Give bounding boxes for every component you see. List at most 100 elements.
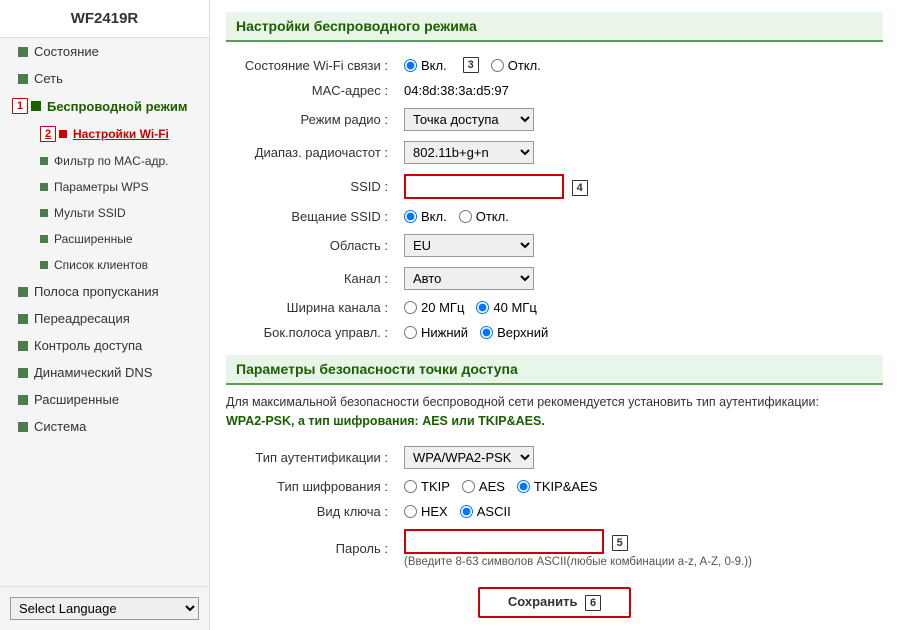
dns-icon — [18, 368, 28, 378]
bw-20-radio[interactable] — [404, 301, 417, 314]
redirect-icon — [18, 314, 28, 324]
bw-radio-group: 20 МГц 40 МГц — [404, 300, 875, 315]
radio-mode-row: Режим радио : Точка доступаМост/WDSКлиен… — [226, 103, 883, 136]
enc-tkip-aes-label[interactable]: TKIP&AES — [517, 479, 598, 494]
auth-type-label: Тип аутентификации : — [226, 441, 396, 474]
freq-select[interactable]: 802.11b+g+n802.11b+g802.11n — [404, 141, 534, 164]
ssid-row: SSID : 4 — [226, 169, 883, 204]
badge-3: 3 — [463, 57, 479, 73]
key-type-row: Вид ключа : HEX ASCII — [226, 499, 883, 524]
ctrl-sideband-radio-group: Нижний Верхний — [404, 325, 875, 340]
router-model: WF2419R — [0, 0, 209, 38]
key-ascii-label[interactable]: ASCII — [460, 504, 511, 519]
sidebar-item-status[interactable]: Состояние — [0, 38, 209, 65]
wifi-status-value: Вкл. 3 Откл. — [396, 52, 883, 78]
radio-mode-select[interactable]: Точка доступаМост/WDSКлиент — [404, 108, 534, 131]
auth-type-row: Тип аутентификации : WPA/WPA2-PSKWPA-PSK… — [226, 441, 883, 474]
password-value: 5 (Введите 8-63 символов ASCII(любые ком… — [396, 524, 883, 573]
language-select[interactable]: Select LanguageEnglishRussianDeutsch — [10, 597, 199, 620]
ssid-bcast-on-label[interactable]: Вкл. — [404, 209, 447, 224]
channel-select[interactable]: Авто1234567891011 — [404, 267, 534, 290]
bw-20-label[interactable]: 20 МГц — [404, 300, 464, 315]
auth-type-value: WPA/WPA2-PSKWPA-PSKWPA2-PSKOpenWEP — [396, 441, 883, 474]
ssid-input[interactable] — [404, 174, 564, 199]
freq-label: Диапаз. радиочастот : — [226, 136, 396, 169]
network-icon — [18, 74, 28, 84]
sidebar-item-redirect[interactable]: Переадресация — [0, 305, 209, 332]
freq-value: 802.11b+g+n802.11b+g802.11n — [396, 136, 883, 169]
enc-aes-label[interactable]: AES — [462, 479, 505, 494]
freq-row: Диапаз. радиочастот : 802.11b+g+n802.11b… — [226, 136, 883, 169]
ssid-bcast-off-radio[interactable] — [459, 210, 472, 223]
mac-row: MAC-адрес : 04:8d:38:3a:d5:97 — [226, 78, 883, 103]
password-input[interactable] — [404, 529, 604, 554]
wifi-off-radio[interactable] — [491, 59, 504, 72]
region-select[interactable]: EUUSJP — [404, 234, 534, 257]
encryption-row: Тип шифрования : TKIP AES TKIP&AES — [226, 474, 883, 499]
encryption-label: Тип шифрования : — [226, 474, 396, 499]
enc-aes-radio[interactable] — [462, 480, 475, 493]
sidebar-item-mac-filter[interactable]: Фильтр по MAC-адр. — [30, 148, 209, 174]
sidebar-item-network[interactable]: Сеть — [0, 65, 209, 92]
enc-tkip-label[interactable]: TKIP — [404, 479, 450, 494]
region-row: Область : EUUSJP — [226, 229, 883, 262]
bandwidth-row: Ширина канала : 20 МГц 40 МГц — [226, 295, 883, 320]
wifi-off-label[interactable]: Откл. — [491, 58, 541, 73]
save-container: Сохранить 6 — [226, 587, 883, 618]
key-hex-label[interactable]: HEX — [404, 504, 448, 519]
access-icon — [18, 341, 28, 351]
enc-tkip-radio[interactable] — [404, 480, 417, 493]
ctrl-upper-radio[interactable] — [480, 326, 493, 339]
ctrl-sideband-value: Нижний Верхний — [396, 320, 883, 345]
sidebar-item-wps[interactable]: Параметры WPS — [30, 174, 209, 200]
sidebar-item-bandwidth[interactable]: Полоса пропускания — [0, 278, 209, 305]
system-icon — [18, 422, 28, 432]
security-form-table: Тип аутентификации : WPA/WPA2-PSKWPA-PSK… — [226, 441, 883, 573]
badge-4: 4 — [572, 180, 588, 196]
sidebar-item-dns[interactable]: Динамический DNS — [0, 359, 209, 386]
bw-40-label[interactable]: 40 МГц — [476, 300, 536, 315]
wifi-status-row: Состояние Wi-Fi связи : Вкл. 3 Откл. — [226, 52, 883, 78]
bw-value: 20 МГц 40 МГц — [396, 295, 883, 320]
wifi-status-radio-group: Вкл. 3 Откл. — [404, 57, 875, 73]
wifi-on-radio[interactable] — [404, 59, 417, 72]
bw-40-radio[interactable] — [476, 301, 489, 314]
multi-ssid-icon — [40, 209, 48, 217]
region-value: EUUSJP — [396, 229, 883, 262]
sidebar-item-advanced2[interactable]: Расширенные — [0, 386, 209, 413]
ctrl-lower-label[interactable]: Нижний — [404, 325, 468, 340]
sidebar-item-clients[interactable]: Список клиентов — [30, 252, 209, 278]
wifi-on-label[interactable]: Вкл. — [404, 58, 447, 73]
mac-value: 04:8d:38:3a:d5:97 — [396, 78, 883, 103]
enc-tkip-aes-radio[interactable] — [517, 480, 530, 493]
sidebar-item-access[interactable]: Контроль доступа — [0, 332, 209, 359]
ctrl-upper-label[interactable]: Верхний — [480, 325, 548, 340]
mac-filter-icon — [40, 157, 48, 165]
password-label: Пароль : — [226, 524, 396, 573]
save-button[interactable]: Сохранить 6 — [478, 587, 631, 618]
sidebar-item-multi-ssid[interactable]: Мульти SSID — [30, 200, 209, 226]
sidebar-item-advanced[interactable]: Расширенные — [30, 226, 209, 252]
sidebar-item-wireless[interactable]: 1 Беспроводной режим — [0, 92, 209, 120]
ssid-bcast-on-radio[interactable] — [404, 210, 417, 223]
ssid-bcast-off-label[interactable]: Откл. — [459, 209, 509, 224]
password-hint: (Введите 8-63 символов ASCII(любые комби… — [404, 556, 875, 568]
key-hex-radio[interactable] — [404, 505, 417, 518]
key-ascii-radio[interactable] — [460, 505, 473, 518]
mac-label: MAC-адрес : — [226, 78, 396, 103]
ctrl-lower-radio[interactable] — [404, 326, 417, 339]
radio-mode-label: Режим радио : — [226, 103, 396, 136]
ctrl-sideband-row: Бок.полоса управл. : Нижний Верхний — [226, 320, 883, 345]
ctrl-sideband-label: Бок.полоса управл. : — [226, 320, 396, 345]
sidebar-item-system[interactable]: Система — [0, 413, 209, 440]
num-badge-2: 2 — [40, 126, 56, 142]
wps-icon — [40, 183, 48, 191]
sidebar-item-wifi-settings[interactable]: 2 Настройки Wi-Fi — [30, 120, 209, 148]
bw-label: Ширина канала : — [226, 295, 396, 320]
auth-type-select[interactable]: WPA/WPA2-PSKWPA-PSKWPA2-PSKOpenWEP — [404, 446, 534, 469]
num-badge-1: 1 — [12, 98, 28, 114]
security-section-title: Параметры безопасности точки доступа — [226, 355, 883, 385]
wireless-icon — [31, 101, 41, 111]
wireless-form-table: Состояние Wi-Fi связи : Вкл. 3 Откл. MAC… — [226, 52, 883, 345]
main-content: Настройки беспроводного режима Состояние… — [210, 0, 899, 630]
